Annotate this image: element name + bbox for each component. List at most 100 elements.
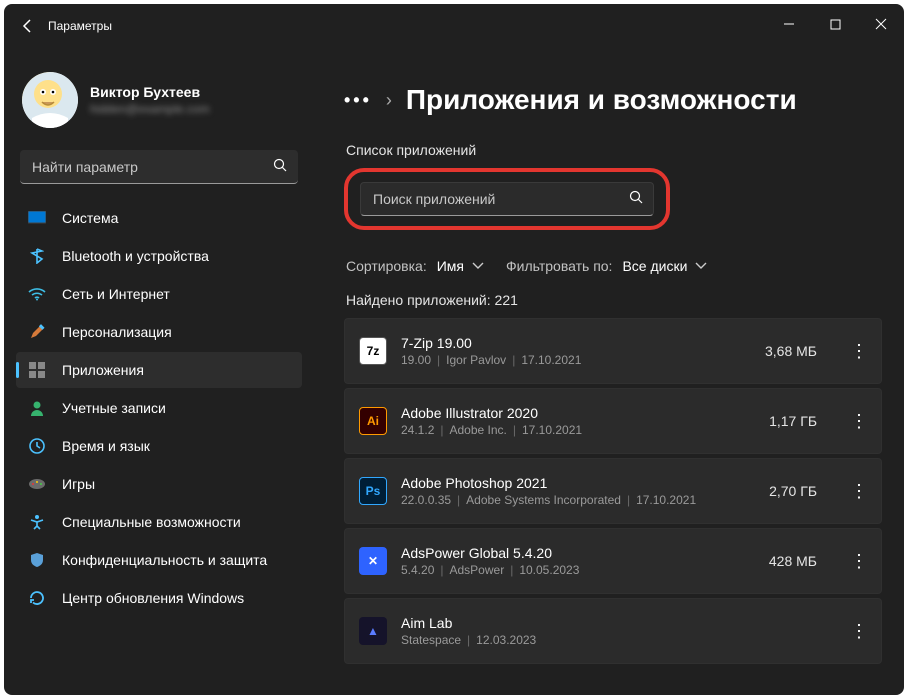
- sidebar-item-label: Конфиденциальность и защита: [62, 552, 267, 568]
- profile-block[interactable]: Виктор Бухтеев hidden@example.com: [16, 48, 302, 144]
- app-row[interactable]: Ai Adobe Illustrator 202024.1.2|Adobe Inc…: [344, 388, 882, 454]
- breadcrumb: ••• › Приложения и возможности: [344, 84, 882, 116]
- bluetooth-icon: [28, 247, 46, 265]
- profile-email: hidden@example.com: [90, 102, 210, 116]
- sort-value: Имя: [437, 258, 464, 274]
- chevron-down-icon: [695, 262, 707, 270]
- sidebar-item-windows-update[interactable]: Центр обновления Windows: [16, 580, 302, 616]
- app-info: 7-Zip 19.00 19.00|Igor Pavlov|17.10.2021: [401, 335, 751, 367]
- sidebar-item-label: Персонализация: [62, 324, 172, 340]
- app-icon: ▲: [359, 617, 387, 645]
- avatar: [22, 72, 78, 128]
- app-icon: Ps: [359, 477, 387, 505]
- settings-search[interactable]: [20, 150, 298, 184]
- chevron-right-icon: ›: [386, 90, 392, 111]
- app-search-input[interactable]: [360, 182, 654, 216]
- profile-name: Виктор Бухтеев: [90, 84, 210, 100]
- sort-label: Сортировка:: [346, 258, 427, 274]
- close-button[interactable]: [858, 4, 904, 44]
- filters-row: Сортировка: Имя Фильтровать по: Все диск…: [344, 258, 882, 274]
- app-more-button[interactable]: ⋮: [841, 473, 877, 509]
- sidebar-item-label: Bluetooth и устройства: [62, 248, 209, 264]
- paintbrush-icon: [28, 323, 46, 341]
- filter-dropdown[interactable]: Фильтровать по: Все диски: [506, 258, 707, 274]
- apps-icon: [28, 361, 46, 379]
- window-title: Параметры: [48, 19, 112, 33]
- app-name: Adobe Photoshop 2021: [401, 475, 755, 491]
- update-icon: [28, 589, 46, 607]
- sidebar-item-system[interactable]: Система: [16, 200, 302, 236]
- gamepad-icon: [28, 475, 46, 493]
- app-name: AdsPower Global 5.4.20: [401, 545, 755, 561]
- sort-dropdown[interactable]: Сортировка: Имя: [346, 258, 484, 274]
- app-search-highlight: [344, 168, 670, 230]
- accessibility-icon: [28, 513, 46, 531]
- app-meta: 22.0.0.35|Adobe Systems Incorporated|17.…: [401, 493, 755, 507]
- nav: Система Bluetooth и устройства Сеть и Ин…: [16, 200, 302, 616]
- app-list-label: Список приложений: [346, 142, 882, 158]
- sidebar-item-label: Сеть и Интернет: [62, 286, 170, 302]
- sidebar-item-label: Система: [62, 210, 118, 226]
- settings-window: Параметры: [4, 4, 904, 695]
- sidebar-item-label: Приложения: [62, 362, 144, 378]
- sidebar-item-label: Специальные возможности: [62, 514, 241, 530]
- app-more-button[interactable]: ⋮: [841, 403, 877, 439]
- maximize-button[interactable]: [812, 4, 858, 44]
- app-name: Aim Lab: [401, 615, 803, 631]
- app-meta: 5.4.20|AdsPower|10.05.2023: [401, 563, 755, 577]
- app-row[interactable]: ▲ Aim Lab Statespace|12.03.2023 ⋮: [344, 598, 882, 664]
- chevron-down-icon: [472, 262, 484, 270]
- settings-search-input[interactable]: [20, 150, 298, 184]
- shield-icon: [28, 551, 46, 569]
- apps-found-count: Найдено приложений: 221: [346, 292, 882, 308]
- app-meta: 24.1.2|Adobe Inc.|17.10.2021: [401, 423, 755, 437]
- sidebar-item-accessibility[interactable]: Специальные возможности: [16, 504, 302, 540]
- app-row[interactable]: 7z7-Zip 19.0019.00|Igor Pavlov|17.10.202…: [344, 318, 882, 384]
- breadcrumb-ellipsis-button[interactable]: •••: [344, 90, 372, 111]
- filter-value: Все диски: [622, 258, 687, 274]
- app-row[interactable]: Ps Adobe Photoshop 2021 22.0.0.35|Adobe Sy…: [344, 458, 882, 524]
- sidebar-item-bluetooth[interactable]: Bluetooth и устройства: [16, 238, 302, 274]
- app-size: 3,68 МБ: [765, 343, 817, 359]
- sidebar-item-network[interactable]: Сеть и Интернет: [16, 276, 302, 312]
- app-info: Adobe Illustrator 202024.1.2|Adobe Inc.|…: [401, 405, 755, 437]
- sidebar-item-gaming[interactable]: Игры: [16, 466, 302, 502]
- app-size: 2,70 ГБ: [769, 483, 817, 499]
- sidebar-item-apps[interactable]: Приложения: [16, 352, 302, 388]
- app-row[interactable]: ✕ AdsPower Global 5.4.20 5.4.20|AdsPower|1…: [344, 528, 882, 594]
- app-info: AdsPower Global 5.4.20 5.4.20|AdsPower|10…: [401, 545, 755, 577]
- app-search[interactable]: [360, 182, 654, 216]
- app-meta: Statespace|12.03.2023: [401, 633, 803, 647]
- sidebar-item-privacy[interactable]: Конфиденциальность и защита: [16, 542, 302, 578]
- sidebar-item-accounts[interactable]: Учетные записи: [16, 390, 302, 426]
- apps-list: 7z7-Zip 19.0019.00|Igor Pavlov|17.10.202…: [344, 318, 882, 664]
- wifi-icon: [28, 285, 46, 303]
- sidebar-item-label: Центр обновления Windows: [62, 590, 244, 606]
- sidebar: Виктор Бухтеев hidden@example.com Систем…: [4, 48, 314, 695]
- display-icon: [28, 209, 46, 227]
- back-button[interactable]: [12, 10, 44, 42]
- sidebar-item-time-language[interactable]: Время и язык: [16, 428, 302, 464]
- app-info: Aim Lab Statespace|12.03.2023: [401, 615, 803, 647]
- search-icon: [629, 190, 644, 208]
- titlebar: Параметры: [4, 4, 904, 48]
- sidebar-item-label: Учетные записи: [62, 400, 166, 416]
- search-icon: [273, 158, 288, 176]
- app-meta: 19.00|Igor Pavlov|17.10.2021: [401, 353, 751, 367]
- page-title: Приложения и возможности: [406, 84, 797, 116]
- sidebar-item-label: Игры: [62, 476, 95, 492]
- minimize-button[interactable]: [766, 4, 812, 44]
- sidebar-item-label: Время и язык: [62, 438, 150, 454]
- sidebar-item-personalization[interactable]: Персонализация: [16, 314, 302, 350]
- app-name: 7-Zip 19.00: [401, 335, 751, 351]
- app-size: 1,17 ГБ: [769, 413, 817, 429]
- app-more-button[interactable]: ⋮: [841, 613, 877, 649]
- app-size: 428 МБ: [769, 553, 817, 569]
- app-icon: Ai: [359, 407, 387, 435]
- person-icon: [28, 399, 46, 417]
- app-more-button[interactable]: ⋮: [841, 333, 877, 369]
- app-more-button[interactable]: ⋮: [841, 543, 877, 579]
- app-icon: ✕: [359, 547, 387, 575]
- app-info: Adobe Photoshop 2021 22.0.0.35|Adobe Syst…: [401, 475, 755, 507]
- filter-label: Фильтровать по:: [506, 258, 612, 274]
